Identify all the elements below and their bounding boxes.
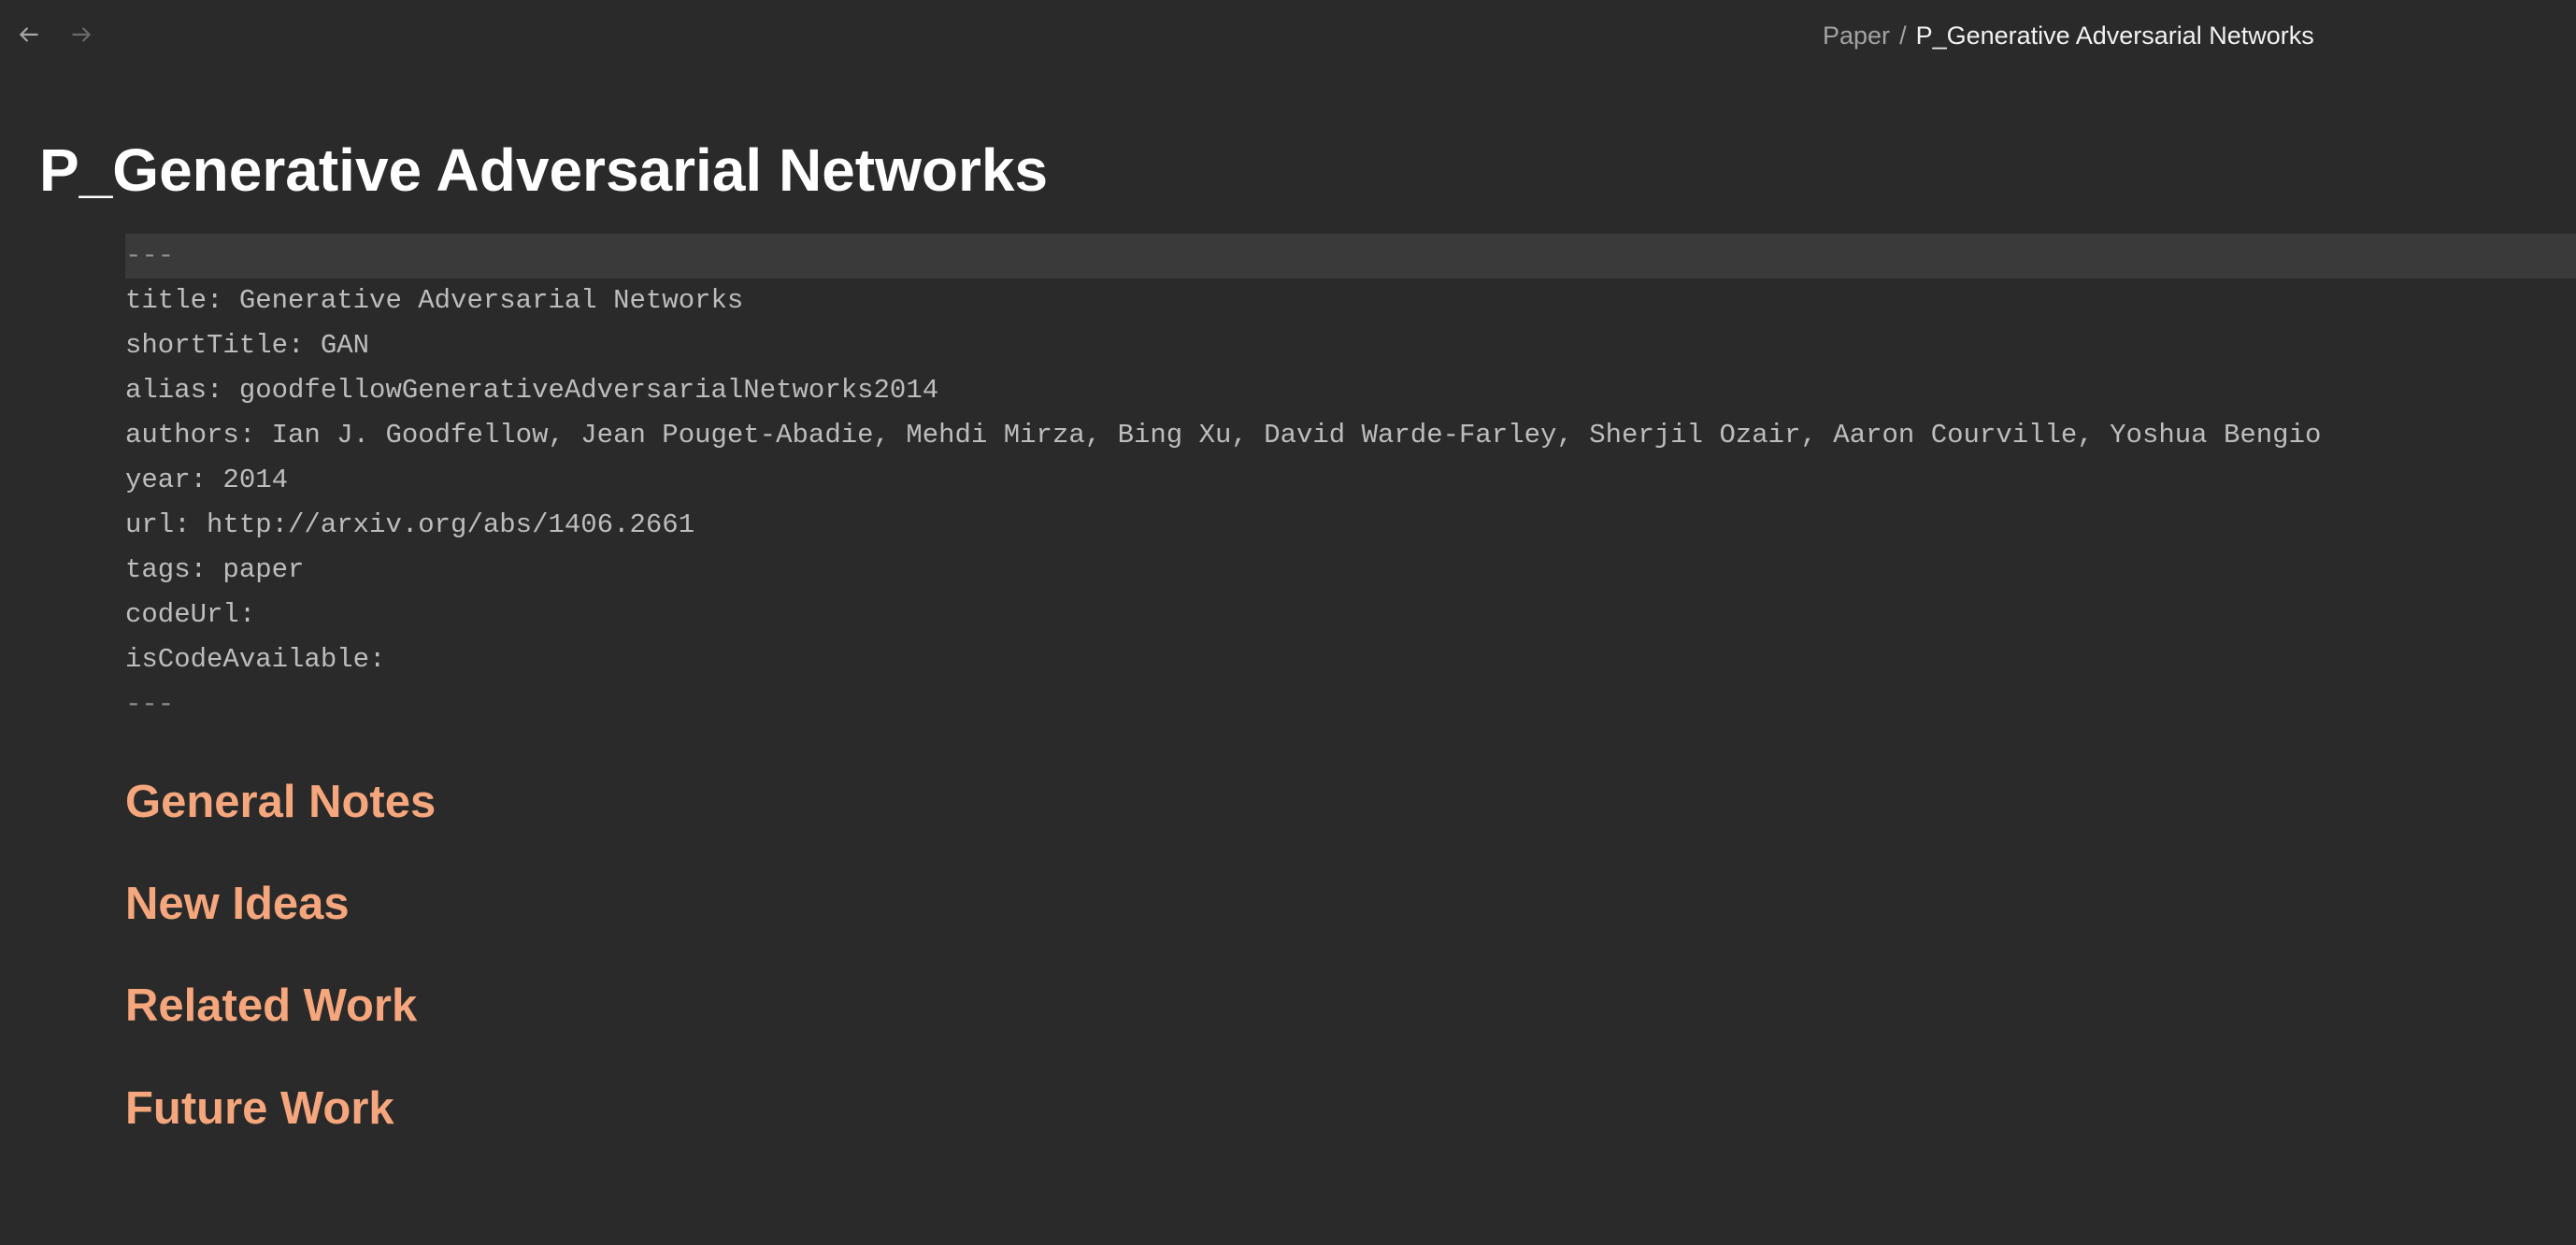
breadcrumb-parent-link[interactable]: Paper: [1823, 21, 1890, 50]
arrow-right-icon: [72, 27, 91, 42]
breadcrumb-separator: /: [1899, 21, 1907, 50]
back-button[interactable]: [13, 19, 45, 50]
heading-related-work[interactable]: Related Work: [125, 976, 417, 1036]
breadcrumb-current: P_Generative Adversarial Networks: [1915, 21, 2314, 50]
frontmatter-line-code-url[interactable]: codeUrl:: [125, 593, 2576, 637]
heading-general-notes[interactable]: General Notes: [125, 772, 436, 832]
arrow-left-icon: [20, 27, 38, 42]
forward-button[interactable]: [65, 19, 97, 50]
frontmatter-line-tags[interactable]: tags: paper: [125, 548, 2576, 593]
page-title[interactable]: P_Generative Adversarial Networks: [39, 131, 1048, 209]
frontmatter-line-url[interactable]: url: http://arxiv.org/abs/1406.2661: [125, 503, 2576, 548]
frontmatter-close-delimiter[interactable]: ---: [125, 682, 2576, 727]
breadcrumb: Paper / P_Generative Adversarial Networks: [1823, 18, 2314, 53]
frontmatter-line-short-title[interactable]: shortTitle: GAN: [125, 323, 2576, 368]
frontmatter-line-title[interactable]: title: Generative Adversarial Networks: [125, 279, 2576, 323]
frontmatter-line-alias[interactable]: alias: goodfellowGenerativeAdversarialNe…: [125, 368, 2576, 413]
frontmatter-line-authors[interactable]: authors: Ian J. Goodfellow, Jean Pouget-…: [125, 413, 2576, 458]
top-bar: Paper / P_Generative Adversarial Networks: [0, 0, 2576, 71]
heading-new-ideas[interactable]: New Ideas: [125, 874, 350, 934]
frontmatter-line-year[interactable]: year: 2014: [125, 458, 2576, 503]
heading-future-work[interactable]: Future Work: [125, 1079, 394, 1138]
frontmatter-line-is-code-available[interactable]: isCodeAvailable:: [125, 637, 2576, 682]
frontmatter-open-delimiter[interactable]: ---: [125, 234, 2576, 279]
frontmatter-block[interactable]: --- title: Generative Adversarial Networ…: [125, 234, 2576, 727]
